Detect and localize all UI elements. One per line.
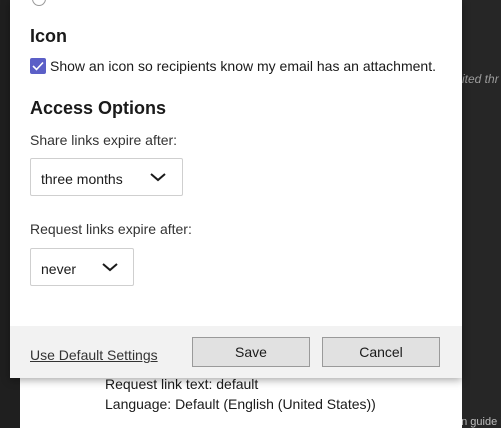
chevron-down-icon <box>150 173 166 182</box>
background-text: ited thr <box>462 72 499 86</box>
chevron-down-icon <box>102 263 118 272</box>
show-icon-checkbox[interactable] <box>30 58 46 74</box>
background-line: Request link text: default <box>105 376 259 392</box>
cancel-button[interactable]: Cancel <box>322 337 440 367</box>
use-default-settings-link[interactable]: Use Default Settings <box>30 347 158 363</box>
background-right-strip: ited thr en guide i <box>462 0 501 428</box>
share-links-value: three months <box>41 171 123 187</box>
background-text: en guide i <box>462 416 501 428</box>
save-button[interactable]: Save <box>192 337 310 367</box>
request-links-select[interactable]: never <box>30 248 134 286</box>
dialog-footer: Use Default Settings Save Cancel <box>10 326 462 378</box>
access-options-heading: Access Options <box>30 98 167 118</box>
settings-dialog: Icon Show an icon so recipients know my … <box>10 0 462 378</box>
radio-icon[interactable] <box>32 0 46 6</box>
share-links-label: Share links expire after: <box>30 132 178 148</box>
background-line: Language: Default (English (United State… <box>105 396 376 412</box>
share-links-select[interactable]: three months <box>30 158 183 196</box>
checkmark-icon <box>32 61 44 71</box>
show-icon-label: Show an icon so recipients know my email… <box>50 58 436 74</box>
request-links-value: never <box>41 261 77 277</box>
request-links-label: Request links expire after: <box>30 221 192 237</box>
icon-heading: Icon <box>30 26 68 46</box>
